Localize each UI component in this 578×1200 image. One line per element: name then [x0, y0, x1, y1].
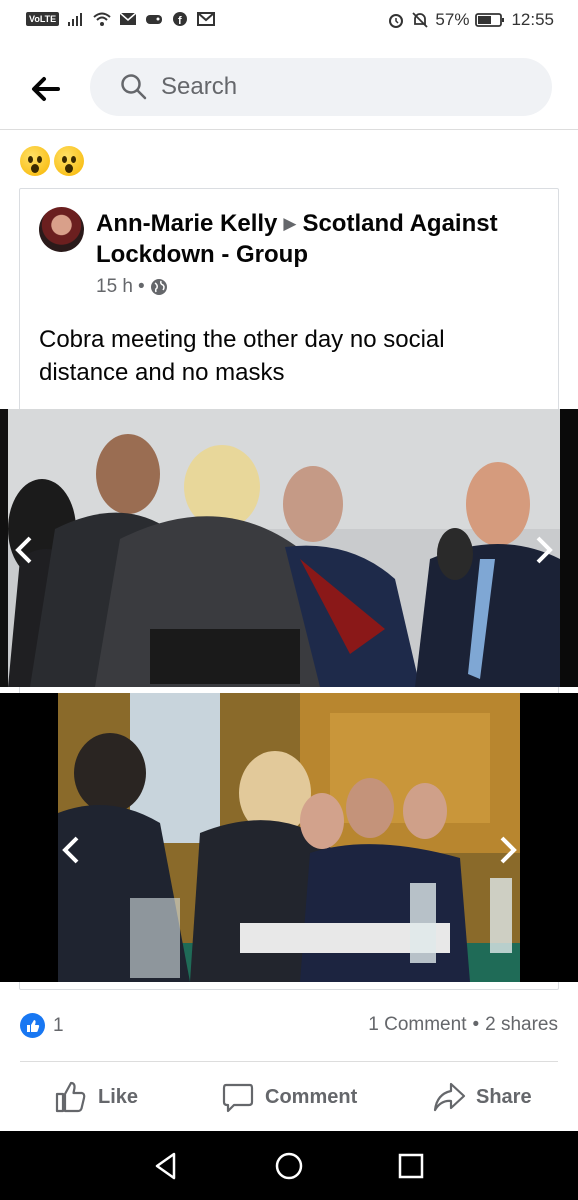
comment-share-counts: 1 Comment • 2 shares [368, 1014, 558, 1036]
post-time[interactable]: 15 h [96, 276, 133, 298]
divider [20, 1061, 558, 1062]
previous-photo-button[interactable] [57, 830, 87, 870]
shared-to-arrow-icon: ▶ [283, 214, 297, 233]
astonished-face-emoji-icon [54, 146, 84, 176]
mute-bell-icon [412, 12, 429, 28]
alarm-icon [389, 14, 404, 28]
svg-text:f: f [178, 15, 182, 27]
photo-1-image [0, 409, 578, 687]
status-left-icons: VoLTE f [26, 11, 216, 27]
avatar[interactable] [39, 207, 84, 252]
astonished-face-emoji-icon [20, 146, 50, 176]
wifi-icon [93, 12, 111, 26]
previous-photo-button[interactable] [10, 530, 40, 570]
search-input[interactable]: Search [90, 58, 552, 116]
share-label: Share [476, 1085, 532, 1108]
facebook-icon: f [173, 12, 188, 27]
recents-square-icon[interactable] [394, 1149, 428, 1183]
gmail-icon [197, 12, 216, 26]
comment-button[interactable]: Comment [221, 1072, 357, 1122]
post-meta: 15 h • [96, 276, 168, 298]
share-count[interactable]: 2 shares [485, 1014, 558, 1036]
like-label: Like [98, 1085, 139, 1108]
post-actions: Like Comment Share [0, 1072, 578, 1122]
next-photo-button[interactable] [528, 530, 558, 570]
reaction-summary[interactable]: 1 [20, 1013, 64, 1038]
next-photo-button[interactable] [492, 830, 522, 870]
post-author-line: Ann-Marie Kelly ▶ Scotland Against Lockdow… [96, 208, 536, 270]
post-text: Cobra meeting the other day no social di… [39, 326, 445, 386]
volte-badge: VoLTE [26, 12, 60, 26]
post-photo-2[interactable] [0, 693, 578, 982]
comment-count[interactable]: 1 Comment [368, 1014, 466, 1036]
like-button[interactable]: Like [54, 1072, 138, 1122]
author-name[interactable]: Ann-Marie Kelly [96, 210, 277, 237]
system-navigation-bar [0, 1131, 578, 1200]
game-icon [146, 15, 163, 24]
battery-percent: 57% [435, 10, 470, 29]
like-reaction-icon [20, 1013, 45, 1038]
like-count: 1 [53, 1014, 64, 1036]
post-emoji-text [20, 146, 84, 176]
share-button[interactable]: Share [432, 1072, 532, 1122]
status-bar: VoLTE f 57% 12:55 [0, 0, 578, 44]
mail-icon [119, 12, 137, 25]
search-header: Search [0, 44, 578, 130]
back-triangle-icon[interactable] [149, 1149, 183, 1183]
globe-icon [150, 279, 167, 295]
meta-separator: • [137, 276, 145, 297]
comment-bubble-icon [222, 1083, 254, 1113]
battery-icon [475, 13, 505, 27]
back-arrow-icon[interactable] [28, 72, 62, 106]
home-circle-icon[interactable] [272, 1149, 306, 1183]
clock-time: 12:55 [511, 10, 554, 29]
signal-icon [68, 13, 83, 26]
post-photo-1[interactable] [0, 409, 578, 687]
comment-label: Comment [265, 1085, 358, 1108]
share-arrow-icon [433, 1082, 466, 1112]
thumbs-up-icon [55, 1081, 86, 1113]
search-placeholder: Search [161, 73, 238, 100]
search-icon [121, 74, 147, 100]
count-separator: • [472, 1014, 480, 1035]
status-right-icons: 57% 12:55 [387, 10, 554, 30]
